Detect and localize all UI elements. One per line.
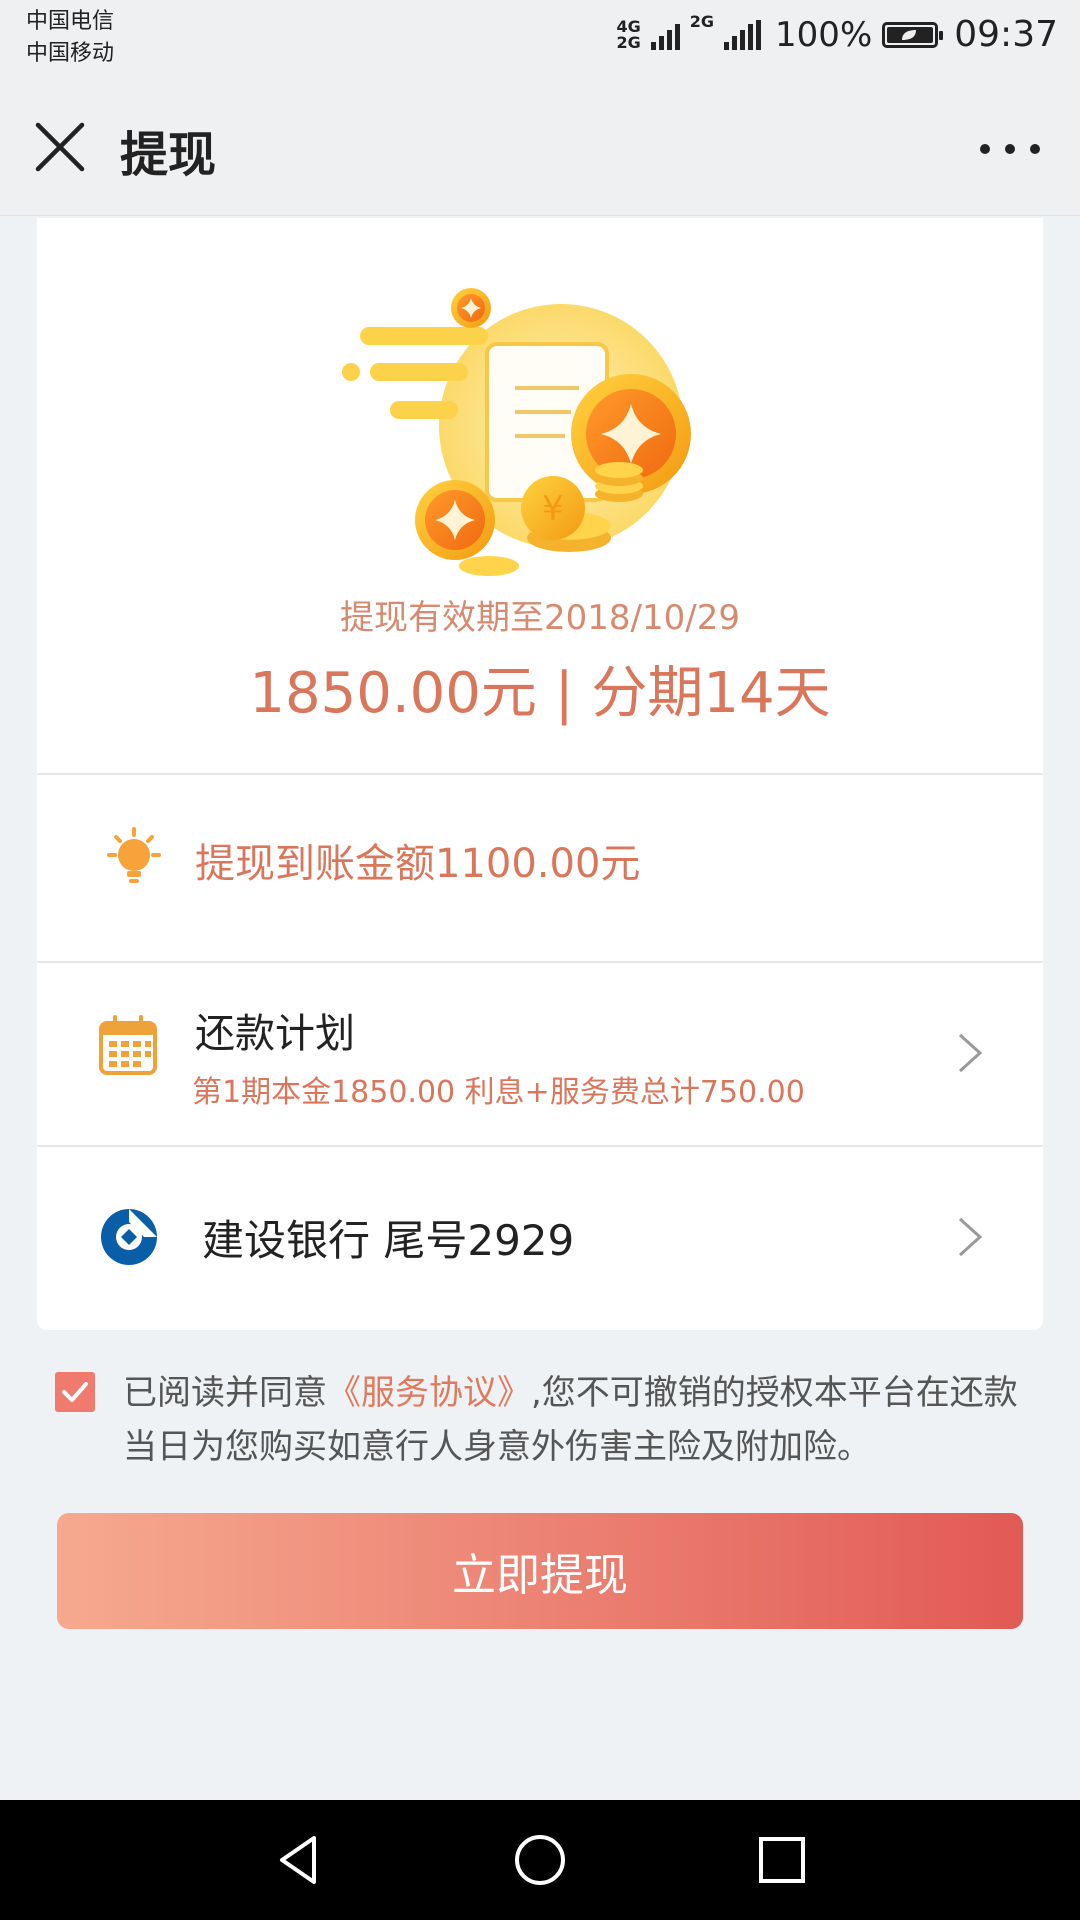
clock: 09:37 <box>954 14 1058 55</box>
coins-document-icon: ¥ <box>342 288 691 576</box>
page-title: 提现 <box>120 127 217 183</box>
credit-amount-text: 提现到账金额1100.00元 <box>195 841 641 887</box>
more-button[interactable] <box>980 139 1040 159</box>
signal-icon-2 <box>724 19 762 50</box>
credit-amount-row: 提现到账金额1100.00元 <box>37 775 1043 961</box>
lightbulb-icon <box>107 827 161 883</box>
chevron-right-icon <box>958 1217 983 1257</box>
withdraw-now-button[interactable]: 立即提现 <box>57 1513 1023 1629</box>
amount-term-text: 1850.00元 | 分期14天 <box>249 661 831 726</box>
status-indicators: 4G 2G 2G 100% 09:37 <box>616 12 1058 56</box>
bank-card-row[interactable]: 建设银行 尾号2929 <box>37 1147 1043 1330</box>
home-icon[interactable] <box>510 1830 570 1890</box>
agreement-prefix: 已阅读并同意 <box>123 1373 327 1413</box>
status-bar: 中国电信 中国移动 4G 2G 2G 100% 09:37 <box>0 0 1080 95</box>
battery-percent: 100% <box>775 14 873 55</box>
check-icon <box>62 1382 88 1402</box>
carrier-2: 中国移动 <box>26 41 115 66</box>
nav-bar: 提现 <box>0 95 1080 216</box>
hero-section: ¥ 提现有效期至2018/10/29 1850.00元 | 分期14天 <box>37 218 1043 773</box>
close-icon <box>35 122 85 172</box>
ccb-bank-logo <box>101 1209 157 1265</box>
service-agreement-link[interactable]: 《服务协议》 <box>327 1373 531 1413</box>
back-icon[interactable] <box>270 1830 330 1890</box>
network-type-2: 2G <box>689 12 715 31</box>
repayment-plan-row[interactable]: 还款计划 第1期本金1850.00 利息+服务费总计750.00 <box>37 963 1043 1145</box>
carrier-1: 中国电信 <box>26 9 115 34</box>
recents-icon[interactable] <box>752 1830 812 1890</box>
chevron-right-icon <box>958 1033 983 1073</box>
close-button[interactable] <box>30 117 90 177</box>
agreement-checkbox[interactable] <box>55 1372 95 1412</box>
repayment-plan-title: 还款计划 <box>195 1011 355 1057</box>
withdraw-card: ¥ 提现有效期至2018/10/29 1850.00元 | 分期14天 提现到账… <box>37 218 1043 1330</box>
svg-text:¥: ¥ <box>542 489 564 529</box>
carrier-info: 中国电信 中国移动 <box>26 6 114 70</box>
calendar-icon <box>99 1015 157 1075</box>
repayment-plan-detail: 第1期本金1850.00 利息+服务费总计750.00 <box>192 1075 805 1110</box>
system-nav-bar <box>0 1800 1080 1920</box>
network-type-1-bottom: 2G <box>616 32 641 52</box>
signal-icon <box>650 20 680 50</box>
valid-until-text: 提现有效期至2018/10/29 <box>340 598 740 638</box>
more-icon <box>980 144 990 154</box>
battery-icon <box>882 21 944 48</box>
network-type-1: 4G 2G <box>616 18 641 52</box>
agreement-text: 已阅读并同意《服务协议》,您不可撤销的授权本平台在还款当日为您购买如意行人身意外… <box>123 1366 1023 1474</box>
bank-card-text: 建设银行 尾号2929 <box>202 1216 575 1265</box>
